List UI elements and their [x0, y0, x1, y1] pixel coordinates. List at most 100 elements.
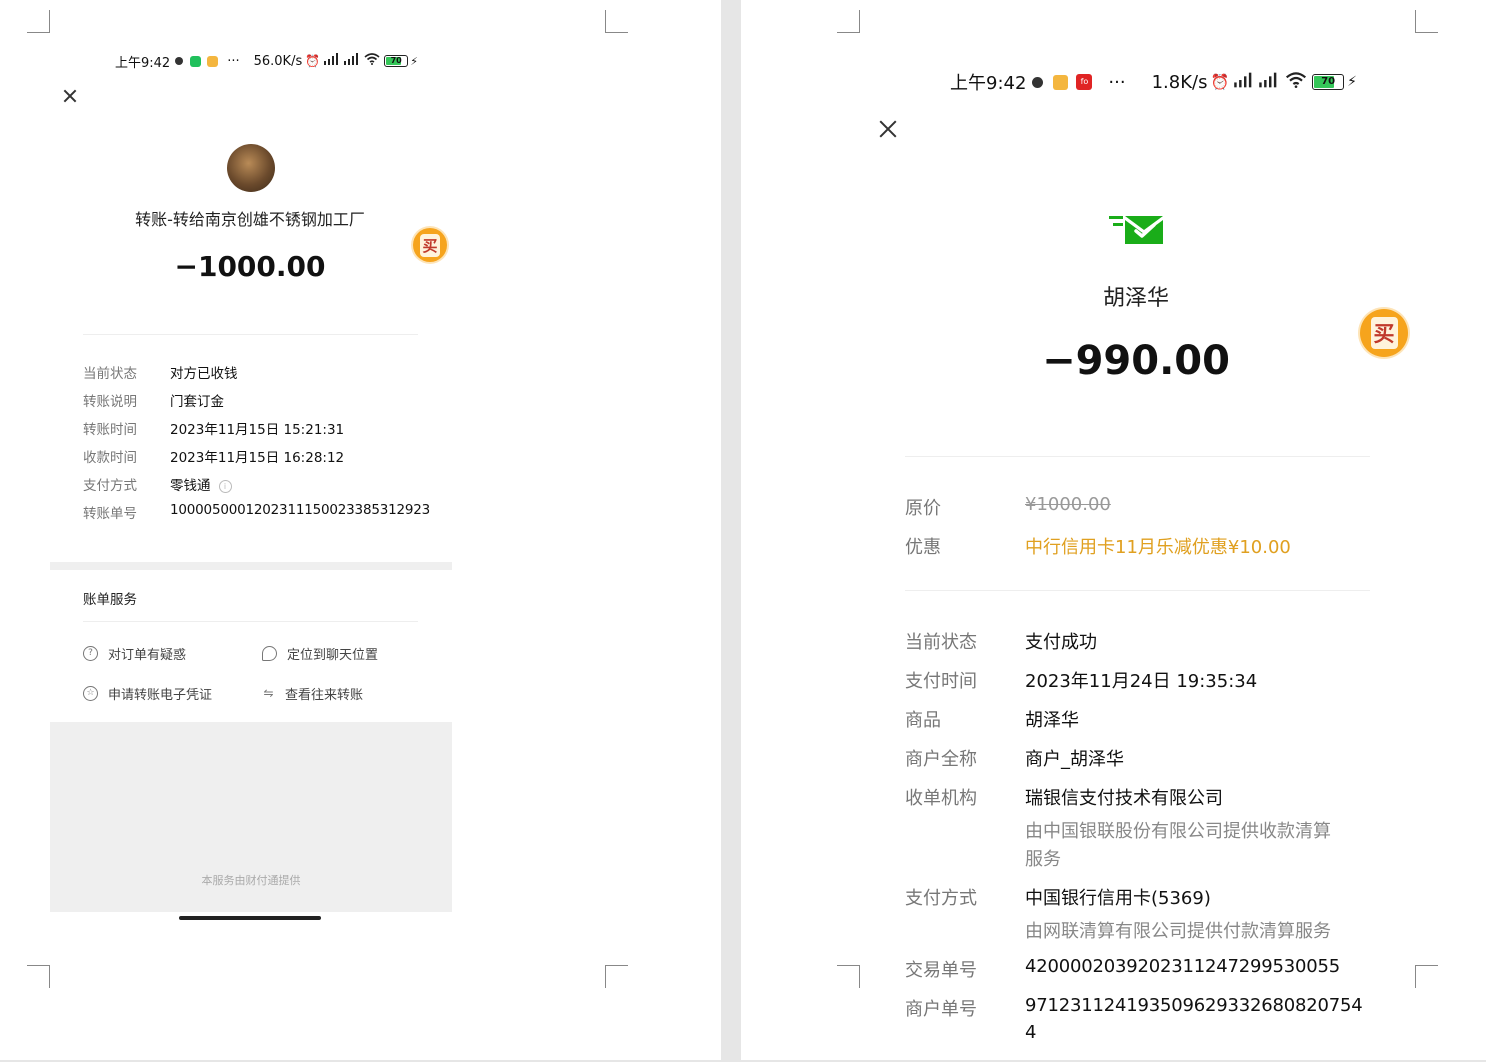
detail-subtext: 由中国银联股份有限公司提供收款清算 — [1025, 821, 1331, 842]
detail-value[interactable]: 1000050001202311150023385312923 — [170, 502, 430, 518]
services-title: 账单服务 — [83, 592, 137, 608]
detail-value: 支付成功 — [1025, 632, 1097, 653]
crop-mark — [1415, 965, 1438, 988]
record-dot-icon — [1032, 76, 1044, 88]
crop-mark — [1415, 10, 1438, 33]
notes-app-icon — [1053, 74, 1069, 90]
service-label: 查看往来转账 — [285, 688, 364, 703]
detail-label: 转账说明 — [83, 394, 137, 410]
section-gap — [50, 562, 452, 570]
record-dot-icon — [175, 57, 184, 65]
amount: −1000.00 — [174, 250, 326, 283]
detail-label: 当前状态 — [83, 366, 137, 382]
star-badge-icon: ☆ — [83, 686, 98, 701]
detail-label: 交易单号 — [905, 960, 977, 981]
crop-mark — [605, 10, 628, 33]
alarm-icon: ⏰ — [305, 54, 321, 68]
status-bar: 上午9:42 ··· 56.0K/s ⏰ 70 ⚡ — [115, 52, 433, 71]
buy-badge-icon[interactable]: 买 — [1360, 309, 1408, 357]
detail-label: 支付时间 — [905, 671, 977, 692]
wifi-icon — [1285, 71, 1307, 93]
amount: −990.00 — [1042, 338, 1230, 384]
wechat-app-icon — [190, 55, 202, 67]
detail-value: 对方已收钱 — [170, 366, 238, 382]
detail-label: 转账单号 — [83, 506, 137, 522]
more-icon: ··· — [227, 53, 240, 69]
status-time: 上午9:42 — [115, 55, 171, 71]
detail-label: 收款时间 — [83, 450, 137, 466]
detail-value: 商户_胡泽华 — [1025, 749, 1124, 770]
divider — [905, 590, 1370, 591]
detail-label: 商户全称 — [905, 749, 977, 770]
right-page: 上午9:42 fo ··· 1.8K/s ⏰ 70 ⚡ 胡泽华 买 −990.0… — [741, 0, 1486, 1060]
original-price: ¥1000.00 — [1025, 494, 1111, 515]
app-badge-icon: fo — [1076, 74, 1093, 90]
close-button[interactable] — [62, 88, 78, 104]
battery-icon: 70 — [384, 55, 409, 67]
detail-value: 2023年11月15日 16:28:12 — [170, 450, 345, 466]
detail-value: 中国银行信用卡(5369) — [1025, 888, 1211, 909]
detail-label: 转账时间 — [83, 422, 137, 438]
detail-value: 零钱通 — [170, 478, 211, 494]
charging-icon: ⚡ — [410, 54, 418, 68]
detail-subtext: 服务 — [1025, 849, 1061, 870]
footer-text: 本服务由财付通提供 — [201, 874, 301, 887]
question-icon: ? — [83, 646, 98, 661]
network-speed: 1.8K/s — [1151, 71, 1208, 93]
wechat-pay-icon — [1109, 214, 1165, 250]
crop-mark — [27, 965, 50, 988]
crop-mark — [837, 10, 860, 33]
crop-mark — [27, 10, 50, 33]
detail-value: 瑞银信支付技术有限公司 — [1025, 788, 1223, 809]
status-bar: 上午9:42 fo ··· 1.8K/s ⏰ 70 ⚡ — [950, 70, 1390, 95]
detail-value: 2023年11月15日 15:21:31 — [170, 422, 345, 438]
service-e-voucher[interactable]: ☆ 申请转账电子凭证 — [83, 684, 212, 703]
battery-level: 70 — [390, 56, 402, 65]
crop-mark — [837, 965, 860, 988]
signal-icon — [1258, 72, 1280, 93]
signal-icon — [1233, 72, 1255, 93]
info-icon[interactable]: i — [218, 479, 232, 493]
charging-icon: ⚡ — [1347, 74, 1357, 90]
status-time: 上午9:42 — [950, 73, 1027, 94]
footer-area: 本服务由财付通提供 — [50, 722, 452, 912]
detail-value: 2023年11月24日 19:35:34 — [1025, 671, 1258, 692]
detail-value-continued[interactable]: 4 — [1025, 1022, 1036, 1043]
merchant-name: 胡泽华 — [1102, 286, 1169, 311]
detail-value: 胡泽华 — [1025, 710, 1079, 731]
detail-value[interactable]: 971231124193509629332680820754 — [1025, 995, 1363, 1016]
detail-label: 商品 — [905, 710, 941, 731]
discount-value: 中行信用卡11月乐减优惠¥10.00 — [1025, 537, 1291, 558]
service-order-question[interactable]: ? 对订单有疑惑 — [83, 644, 186, 663]
detail-value: 门套订金 — [170, 394, 224, 410]
battery-icon: 70 — [1312, 74, 1345, 90]
divider — [83, 334, 418, 335]
detail-label: 收单机构 — [905, 788, 977, 809]
service-label: 申请转账电子凭证 — [108, 688, 213, 703]
wifi-icon — [364, 53, 380, 69]
detail-label: 支付方式 — [905, 888, 977, 909]
notes-app-icon — [207, 55, 219, 67]
home-indicator[interactable] — [179, 916, 321, 920]
discount-label: 优惠 — [905, 537, 941, 558]
service-label: 定位到聊天位置 — [287, 648, 379, 663]
transfer-title: 转账-转给南京创雄不锈钢加工厂 — [135, 210, 365, 229]
detail-value[interactable]: 4200002039202311247299530055 — [1025, 956, 1340, 977]
alarm-icon: ⏰ — [1210, 73, 1230, 91]
divider — [905, 456, 1370, 457]
price-label: 原价 — [905, 498, 941, 519]
signal-icon — [343, 53, 361, 69]
detail-label: 当前状态 — [905, 632, 977, 653]
divider — [83, 621, 418, 622]
service-locate-chat[interactable]: 定位到聊天位置 — [262, 644, 378, 663]
service-transfer-history[interactable]: ⇋ 查看往来转账 — [262, 684, 364, 704]
battery-level: 70 — [1321, 76, 1336, 87]
close-button[interactable] — [877, 118, 899, 140]
swap-arrows-icon: ⇋ — [263, 686, 274, 700]
network-speed: 56.0K/s — [253, 53, 303, 69]
chat-bubble-icon — [262, 646, 277, 661]
service-label: 对订单有疑惑 — [108, 648, 187, 663]
avatar — [227, 144, 275, 192]
detail-label: 支付方式 — [83, 478, 137, 494]
crop-mark — [605, 965, 628, 988]
